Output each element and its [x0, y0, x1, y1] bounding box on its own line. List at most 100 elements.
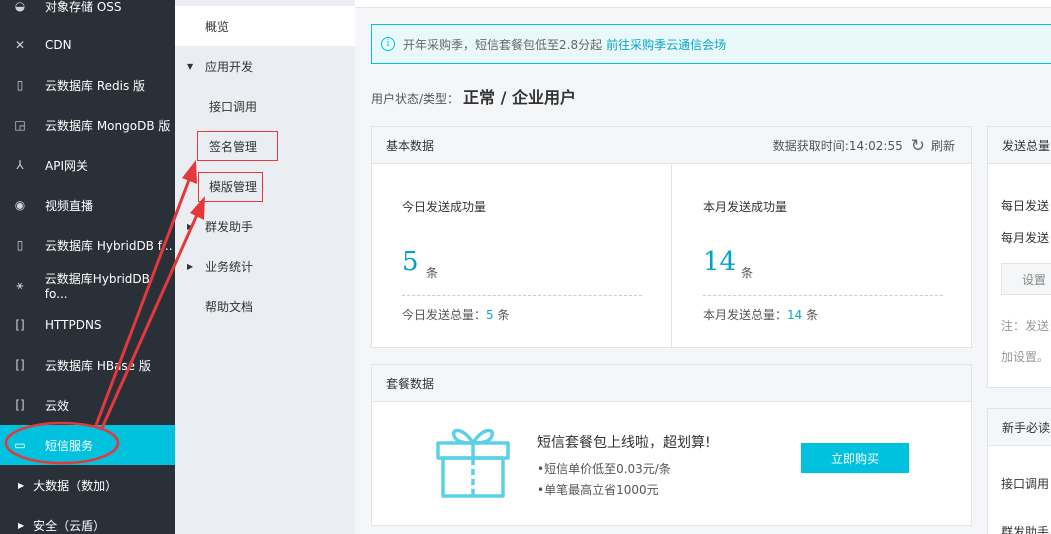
subnav-app-dev[interactable]: ▼ 应用开发 — [175, 46, 355, 86]
data-time: 数据获取时间:14:02:55 ↻ 刷新 — [773, 127, 955, 164]
gift-icon — [436, 428, 510, 498]
divider — [703, 295, 943, 296]
sidebar-item-redis[interactable]: ▯ 云数据库 Redis 版 — [0, 65, 175, 105]
sidebar-item-label: 云效 — [45, 398, 70, 413]
redis-icon: ▯ — [16, 78, 24, 92]
console-sidebar: ◒ 对象存储 OSS ✕ CDN ▯ 云数据库 Redis 版 ◲ 云数据库 M… — [0, 0, 175, 534]
sidebar-item-live-video[interactable]: ◉ 视频直播 — [0, 185, 175, 225]
monthly-send-text: 每月发送 — [1001, 231, 1050, 245]
panel-title: 新手必读 — [1002, 420, 1051, 435]
info-icon: i — [381, 37, 395, 51]
sidebar-item-label: 对象存储 OSS — [45, 0, 122, 14]
panel-title: 套餐数据 — [386, 376, 435, 391]
sidebar-item-api-gateway[interactable]: ⅄ API网关 — [0, 145, 175, 185]
guide-link-bulk-send[interactable]: 群发助手 — [1001, 523, 1049, 534]
subnav-api-call[interactable]: 接口调用 — [175, 86, 355, 126]
sidebar-item-httpdns[interactable]: [] HTTPDNS — [0, 305, 175, 345]
sidebar-item-label: HTTPDNS — [45, 318, 102, 332]
caret-down-icon: ▼ — [187, 61, 194, 71]
sidebar-item-label: 云数据库 MongoDB 版 — [45, 118, 171, 133]
sidebar-item-label: 视频直播 — [45, 198, 94, 213]
note-text: 加设置。 — [1001, 350, 1050, 364]
subnav-overview[interactable]: 概览 — [175, 6, 355, 46]
main-content: i 开年采购季，短信套餐包低至2.8分起 前往采购季云通信会场 用户状态/类型：… — [355, 0, 1051, 534]
divider — [402, 295, 642, 296]
user-status: 用户状态/类型： 正常 / 企业用户 — [371, 84, 576, 108]
sidebar-item-cdn[interactable]: ✕ CDN — [0, 25, 175, 65]
user-status-label: 用户状态/类型： — [371, 92, 460, 106]
stat-title: 今日发送成功量 — [402, 200, 487, 214]
package-promo-title: 短信套餐包上线啦，超划算! — [537, 435, 711, 451]
stat-value: 14 — [703, 247, 737, 277]
sidebar-item-hybriddb-fo[interactable]: ⚹ 云数据库HybridDB fo... — [0, 265, 175, 305]
hbase-icon: [] — [15, 358, 25, 372]
httpdns-icon: [] — [15, 318, 25, 332]
caret-right-icon: ▶ — [187, 221, 194, 231]
send-total-panel: 发送总量 每日发送 每月发送 设置 注：发送 加设置。 — [987, 126, 1051, 388]
sidebar-item-label: 短信服务 — [45, 438, 94, 453]
caret-right-icon: ▶ — [187, 261, 194, 271]
sidebar-item-label: API网关 — [45, 158, 88, 173]
stat-title: 本月发送成功量 — [703, 200, 788, 214]
sidebar-group-security[interactable]: ▶ 安全（云盾） — [0, 505, 175, 534]
sidebar-group-label: 安全（云盾） — [33, 518, 106, 533]
settings-button[interactable]: 设置 — [1001, 263, 1051, 295]
hybriddb-network-icon: ⚹ — [16, 277, 24, 292]
api-gateway-icon: ⅄ — [16, 158, 24, 172]
package-bullet: •单笔最高立省1000元 — [537, 483, 659, 497]
package-bullet: •短信单价低至0.03元/条 — [537, 462, 671, 476]
sidebar-item-mongodb[interactable]: ◲ 云数据库 MongoDB 版 — [0, 105, 175, 145]
basic-data-panel: 基本数据 数据获取时间:14:02:55 ↻ 刷新 今日发送成功量 5 条 今日… — [371, 126, 972, 348]
note-text: 注：发送 — [1001, 319, 1050, 333]
today-stat: 今日发送成功量 5 条 今日发送总量：5 条 — [372, 165, 672, 347]
stat-value: 5 — [402, 247, 419, 277]
annotation-box-signature — [197, 131, 278, 161]
refresh-link[interactable]: 刷新 — [931, 137, 955, 154]
subnav-bulk-send[interactable]: ▶ 群发助手 — [175, 206, 355, 246]
buy-now-button[interactable]: 立即购买 — [801, 443, 909, 473]
notice-text: 开年采购季，短信套餐包低至2.8分起 — [403, 37, 603, 52]
sidebar-group-label: 大数据（数加） — [33, 478, 118, 493]
sidebar-item-hbase[interactable]: [] 云数据库 HBase 版 — [0, 345, 175, 385]
sidebar-item-label: 云数据库 Redis 版 — [45, 78, 146, 93]
sidebar-item-yunxiao[interactable]: [] 云效 — [0, 385, 175, 425]
stat-unit: 条 — [426, 266, 439, 280]
mongodb-icon: ◲ — [14, 118, 26, 132]
package-data-panel: 套餐数据 短信套餐包上线啦，超划算! •短信单价低至0.03元/条 •单笔最高立… — [371, 364, 972, 526]
user-status-value: 正常 / 企业用户 — [463, 88, 577, 107]
object-storage-icon: ◒ — [14, 0, 26, 13]
month-stat: 本月发送成功量 14 条 本月发送总量：14 条 — [673, 165, 973, 347]
sidebar-item-label: 云数据库HybridDB fo... — [44, 271, 150, 301]
panel-header: 基本数据 数据获取时间:14:02:55 ↻ 刷新 — [372, 127, 971, 164]
hybriddb-icon: ▯ — [16, 238, 24, 252]
refresh-icon[interactable]: ↻ — [911, 136, 925, 156]
product-subnav: 概览 ▼ 应用开发 接口调用 签名管理 模版管理 ▶ 群发助手 ▶ 业务统计 帮… — [175, 0, 355, 534]
caret-right-icon: ▶ — [18, 520, 25, 530]
panel-header: 套餐数据 — [372, 365, 971, 402]
sidebar-item-oss[interactable]: ◒ 对象存储 OSS — [0, 0, 175, 26]
notice-link[interactable]: 前往采购季云通信会场 — [606, 36, 726, 53]
caret-right-icon: ▶ — [18, 480, 25, 490]
panel-header: 发送总量 — [988, 127, 1051, 164]
guide-link-api[interactable]: 接口调用 — [1001, 475, 1049, 492]
sidebar-group-bigdata[interactable]: ▶ 大数据（数加） — [0, 465, 175, 505]
stat-unit: 条 — [741, 266, 754, 280]
annotation-box-template — [198, 172, 263, 202]
subnav-help-docs[interactable]: 帮助文档 — [175, 286, 355, 326]
sms-icon: ▭ — [14, 438, 26, 452]
sidebar-item-hybriddb[interactable]: ▯ 云数据库 HybridDB f... — [0, 225, 175, 265]
live-video-icon: ◉ — [14, 198, 26, 212]
stat-total: 今日发送总量：5 条 — [402, 308, 510, 322]
panel-header: 新手必读 — [988, 409, 1051, 446]
sidebar-item-label: 云数据库 HybridDB f... — [45, 238, 173, 253]
panel-title: 发送总量 — [1002, 138, 1051, 153]
data-time-label: 数据获取时间:14:02:55 — [772, 139, 903, 153]
top-strip — [355, 0, 1051, 8]
subnav-business-stats[interactable]: ▶ 业务统计 — [175, 246, 355, 286]
sidebar-item-label: CDN — [45, 38, 72, 52]
beginner-guide-panel: 新手必读 接口调用 群发助手 — [987, 408, 1051, 534]
sidebar-item-sms[interactable]: ▭ 短信服务 — [0, 425, 175, 465]
daily-send-text: 每日发送 — [1001, 199, 1050, 213]
cdn-icon: ✕ — [14, 38, 26, 52]
panel-title: 基本数据 — [386, 138, 435, 153]
